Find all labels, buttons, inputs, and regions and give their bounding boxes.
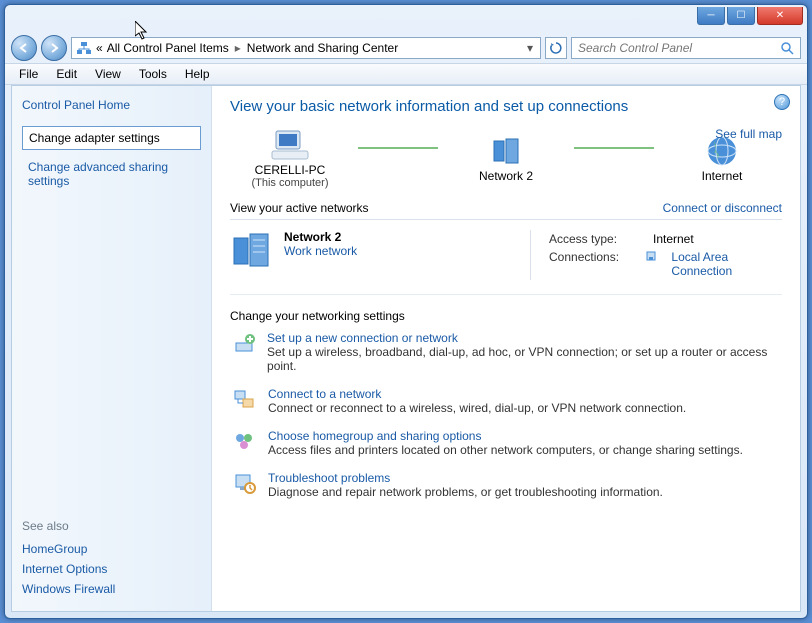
change-advanced-sharing-link[interactable]: Change advanced sharing settings <box>22 156 201 192</box>
address-bar: « All Control Panel Items ▸ Network and … <box>5 33 807 63</box>
connection-link[interactable]: Local Area Connection <box>671 250 782 278</box>
change-settings-header: Change your networking settings <box>230 309 782 323</box>
computer-icon <box>270 127 310 163</box>
sidebar: Control Panel Home Change adapter settin… <box>12 86 212 611</box>
connect-disconnect-link[interactable]: Connect or disconnect <box>663 201 782 215</box>
breadcrumb-bar[interactable]: « All Control Panel Items ▸ Network and … <box>71 37 541 59</box>
map-node-network: Network 2 <box>446 133 566 183</box>
active-networks-header: View your active networks Connect or dis… <box>230 197 782 220</box>
see-also-header: See also <box>22 519 201 533</box>
setting-connect-network: Connect to a network Connect or reconnec… <box>230 387 782 415</box>
homegroup-icon <box>230 429 258 457</box>
map-node-computer-label: CERELLI-PC <box>255 163 326 177</box>
see-full-map-link[interactable]: See full map <box>715 127 782 141</box>
setting-troubleshoot-desc: Diagnose and repair network problems, or… <box>268 485 663 499</box>
seealso-windows-firewall[interactable]: Windows Firewall <box>22 579 201 599</box>
seealso-internet-options[interactable]: Internet Options <box>22 559 201 579</box>
search-placeholder: Search Control Panel <box>578 41 692 55</box>
menu-help[interactable]: Help <box>177 65 218 83</box>
nic-icon <box>645 250 657 278</box>
setting-troubleshoot-title[interactable]: Troubleshoot problems <box>268 471 390 485</box>
network-hub-icon <box>488 133 524 169</box>
active-network-type[interactable]: Work network <box>284 244 357 258</box>
setting-setup-connection-desc: Set up a wireless, broadband, dial-up, a… <box>267 345 782 373</box>
window-frame: ─ ☐ ✕ « All Control Panel Items ▸ Networ… <box>4 4 808 619</box>
active-network-block: Network 2 Work network Access type: Inte… <box>230 220 782 295</box>
network-large-icon <box>230 230 274 280</box>
map-node-network-label: Network 2 <box>479 169 533 183</box>
setting-homegroup: Choose homegroup and sharing options Acc… <box>230 429 782 457</box>
control-panel-home-link[interactable]: Control Panel Home <box>22 98 201 112</box>
map-node-internet-label: Internet <box>702 169 743 183</box>
address-dropdown[interactable]: ▾ <box>524 41 536 55</box>
map-node-computer: CERELLI-PC (This computer) <box>230 127 350 189</box>
network-map: See full map CERELLI-PC (This computer) … <box>230 127 782 189</box>
menu-edit[interactable]: Edit <box>48 65 85 83</box>
active-network-name: Network 2 <box>284 230 357 244</box>
map-node-computer-sublabel: (This computer) <box>251 177 328 189</box>
menu-view[interactable]: View <box>87 65 129 83</box>
access-type-label: Access type: <box>549 232 639 246</box>
refresh-button[interactable] <box>545 37 567 59</box>
menu-tools[interactable]: Tools <box>131 65 175 83</box>
setting-homegroup-title[interactable]: Choose homegroup and sharing options <box>268 429 481 443</box>
search-input[interactable]: Search Control Panel <box>571 37 801 59</box>
titlebar: ─ ☐ ✕ <box>5 5 807 33</box>
access-type-value: Internet <box>653 232 694 246</box>
breadcrumb-prefix: « <box>96 41 103 55</box>
breadcrumb-sep-1: ▸ <box>233 41 243 55</box>
change-adapter-settings-link[interactable]: Change adapter settings <box>22 126 201 150</box>
search-icon <box>780 41 794 55</box>
connect-network-icon <box>230 387 258 415</box>
maximize-button[interactable]: ☐ <box>727 7 755 25</box>
forward-button[interactable] <box>41 35 67 61</box>
help-icon[interactable]: ? <box>774 94 790 110</box>
network-icon <box>76 40 92 56</box>
setting-setup-connection-title[interactable]: Set up a new connection or network <box>267 331 458 345</box>
main-panel: ? View your basic network information an… <box>212 86 800 611</box>
troubleshoot-icon <box>230 471 258 499</box>
setting-connect-network-title[interactable]: Connect to a network <box>268 387 381 401</box>
minimize-button[interactable]: ─ <box>697 7 725 25</box>
back-button[interactable] <box>11 35 37 61</box>
setup-connection-icon <box>230 331 257 373</box>
map-connector-2 <box>574 147 654 149</box>
setting-connect-network-desc: Connect or reconnect to a wireless, wire… <box>268 401 686 415</box>
page-title: View your basic network information and … <box>230 98 782 115</box>
setting-setup-connection: Set up a new connection or network Set u… <box>230 331 782 373</box>
setting-troubleshoot: Troubleshoot problems Diagnose and repai… <box>230 471 782 499</box>
breadcrumb-item-1[interactable]: All Control Panel Items <box>107 41 229 55</box>
connections-label: Connections: <box>549 250 631 278</box>
map-connector-1 <box>358 147 438 149</box>
menu-file[interactable]: File <box>11 65 46 83</box>
close-button[interactable]: ✕ <box>757 7 803 25</box>
menu-bar: File Edit View Tools Help <box>5 63 807 85</box>
active-networks-title: View your active networks <box>230 201 369 215</box>
setting-homegroup-desc: Access files and printers located on oth… <box>268 443 743 457</box>
breadcrumb-item-2[interactable]: Network and Sharing Center <box>247 41 398 55</box>
seealso-homegroup[interactable]: HomeGroup <box>22 539 201 559</box>
content-area: Control Panel Home Change adapter settin… <box>11 85 801 612</box>
